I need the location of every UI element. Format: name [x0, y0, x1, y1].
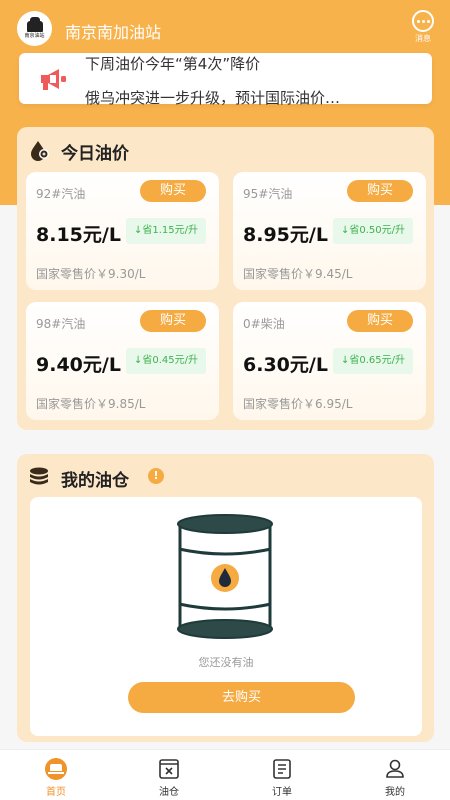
info-icon[interactable]: ! [148, 468, 164, 484]
member-price: 8.15元/L [36, 224, 121, 246]
go-buy-button[interactable]: 去购买 [128, 682, 355, 713]
retail-price: 国家零售价￥9.45/L [243, 267, 353, 281]
empty-tank-text: 您还没有油 [198, 656, 254, 669]
home-logo-icon [45, 758, 67, 780]
today-price-section: 今日油价 92#汽油 购买 8.15元/L ↓省1.15元/升 国家零售价￥9.… [17, 127, 434, 430]
message-button[interactable]: 消息 [409, 10, 437, 43]
order-icon [273, 759, 291, 779]
savings-badge: ↓省1.15元/升 [126, 218, 206, 244]
oil-barrel-icon [177, 514, 273, 639]
retail-price: 国家零售价￥9.30/L [36, 267, 146, 281]
member-price: 9.40元/L [36, 354, 121, 376]
tab-tank[interactable]: 油仓 [129, 750, 209, 800]
message-label: 消息 [415, 34, 431, 43]
tab-label: 首页 [46, 787, 66, 798]
top-bar: 南京油站 南京南加油站 消息 [0, 0, 450, 56]
my-tank-section: 我的油仓 ! 您还没有油 去购买 [17, 454, 434, 742]
savings-badge: ↓省0.45元/升 [126, 348, 206, 374]
logo-icon [26, 17, 43, 32]
fuel-grade: 0#柴油 [243, 317, 285, 331]
retail-price: 国家零售价￥9.85/L [36, 397, 146, 411]
retail-price: 国家零售价￥6.95/L [243, 397, 353, 411]
notice-line-1: 下周油价今年“第4次”降价 [85, 55, 261, 73]
station-name[interactable]: 南京南加油站 [65, 19, 161, 43]
fuel-grade: 95#汽油 [243, 187, 293, 201]
buy-button[interactable]: 购买 [140, 180, 206, 202]
price-tile-95[interactable]: 95#汽油 购买 8.95元/L ↓省0.50元/升 国家零售价￥9.45/L [233, 172, 426, 290]
coin-stack-icon [30, 467, 48, 485]
tab-label: 油仓 [159, 787, 179, 798]
tank-panel: 您还没有油 去购买 [30, 497, 422, 736]
tank-icon [159, 759, 179, 779]
price-tile-92[interactable]: 92#汽油 购买 8.15元/L ↓省1.15元/升 国家零售价￥9.30/L [26, 172, 219, 290]
oil-drop-icon [31, 141, 49, 161]
member-price: 6.30元/L [243, 354, 328, 376]
bottom-tab-bar: 首页 油仓 订单 我的 [0, 749, 450, 800]
tab-mine[interactable]: 我的 [355, 750, 435, 800]
news-notice-banner[interactable]: 下周油价今年“第4次”降价 俄乌冲突进一步升级，预计国际油价… [19, 53, 432, 107]
tab-label: 订单 [272, 787, 292, 798]
my-tank-title: 我的油仓 [61, 471, 129, 491]
user-icon [386, 759, 404, 778]
price-tile-diesel[interactable]: 0#柴油 购买 6.30元/L ↓省0.65元/升 国家零售价￥6.95/L [233, 302, 426, 420]
notice-line-2: 俄乌冲突进一步升级，预计国际油价… [85, 89, 341, 107]
savings-badge: ↓省0.50元/升 [333, 218, 413, 244]
fuel-grade: 92#汽油 [36, 187, 86, 201]
buy-button[interactable]: 购买 [347, 310, 413, 332]
logo-text: 南京油站 [24, 33, 45, 39]
tab-orders[interactable]: 订单 [242, 750, 322, 800]
station-logo[interactable]: 南京油站 [17, 11, 52, 46]
buy-button[interactable]: 购买 [347, 180, 413, 202]
chat-bubble-icon [412, 10, 434, 32]
fuel-grade: 98#汽油 [36, 317, 86, 331]
today-price-title: 今日油价 [61, 144, 129, 164]
megaphone-icon [41, 69, 66, 90]
tab-label: 我的 [385, 787, 405, 798]
price-tile-98[interactable]: 98#汽油 购买 9.40元/L ↓省0.45元/升 国家零售价￥9.85/L [26, 302, 219, 420]
savings-badge: ↓省0.65元/升 [333, 348, 413, 374]
member-price: 8.95元/L [243, 224, 328, 246]
buy-button[interactable]: 购买 [140, 310, 206, 332]
tab-home[interactable]: 首页 [16, 750, 96, 800]
